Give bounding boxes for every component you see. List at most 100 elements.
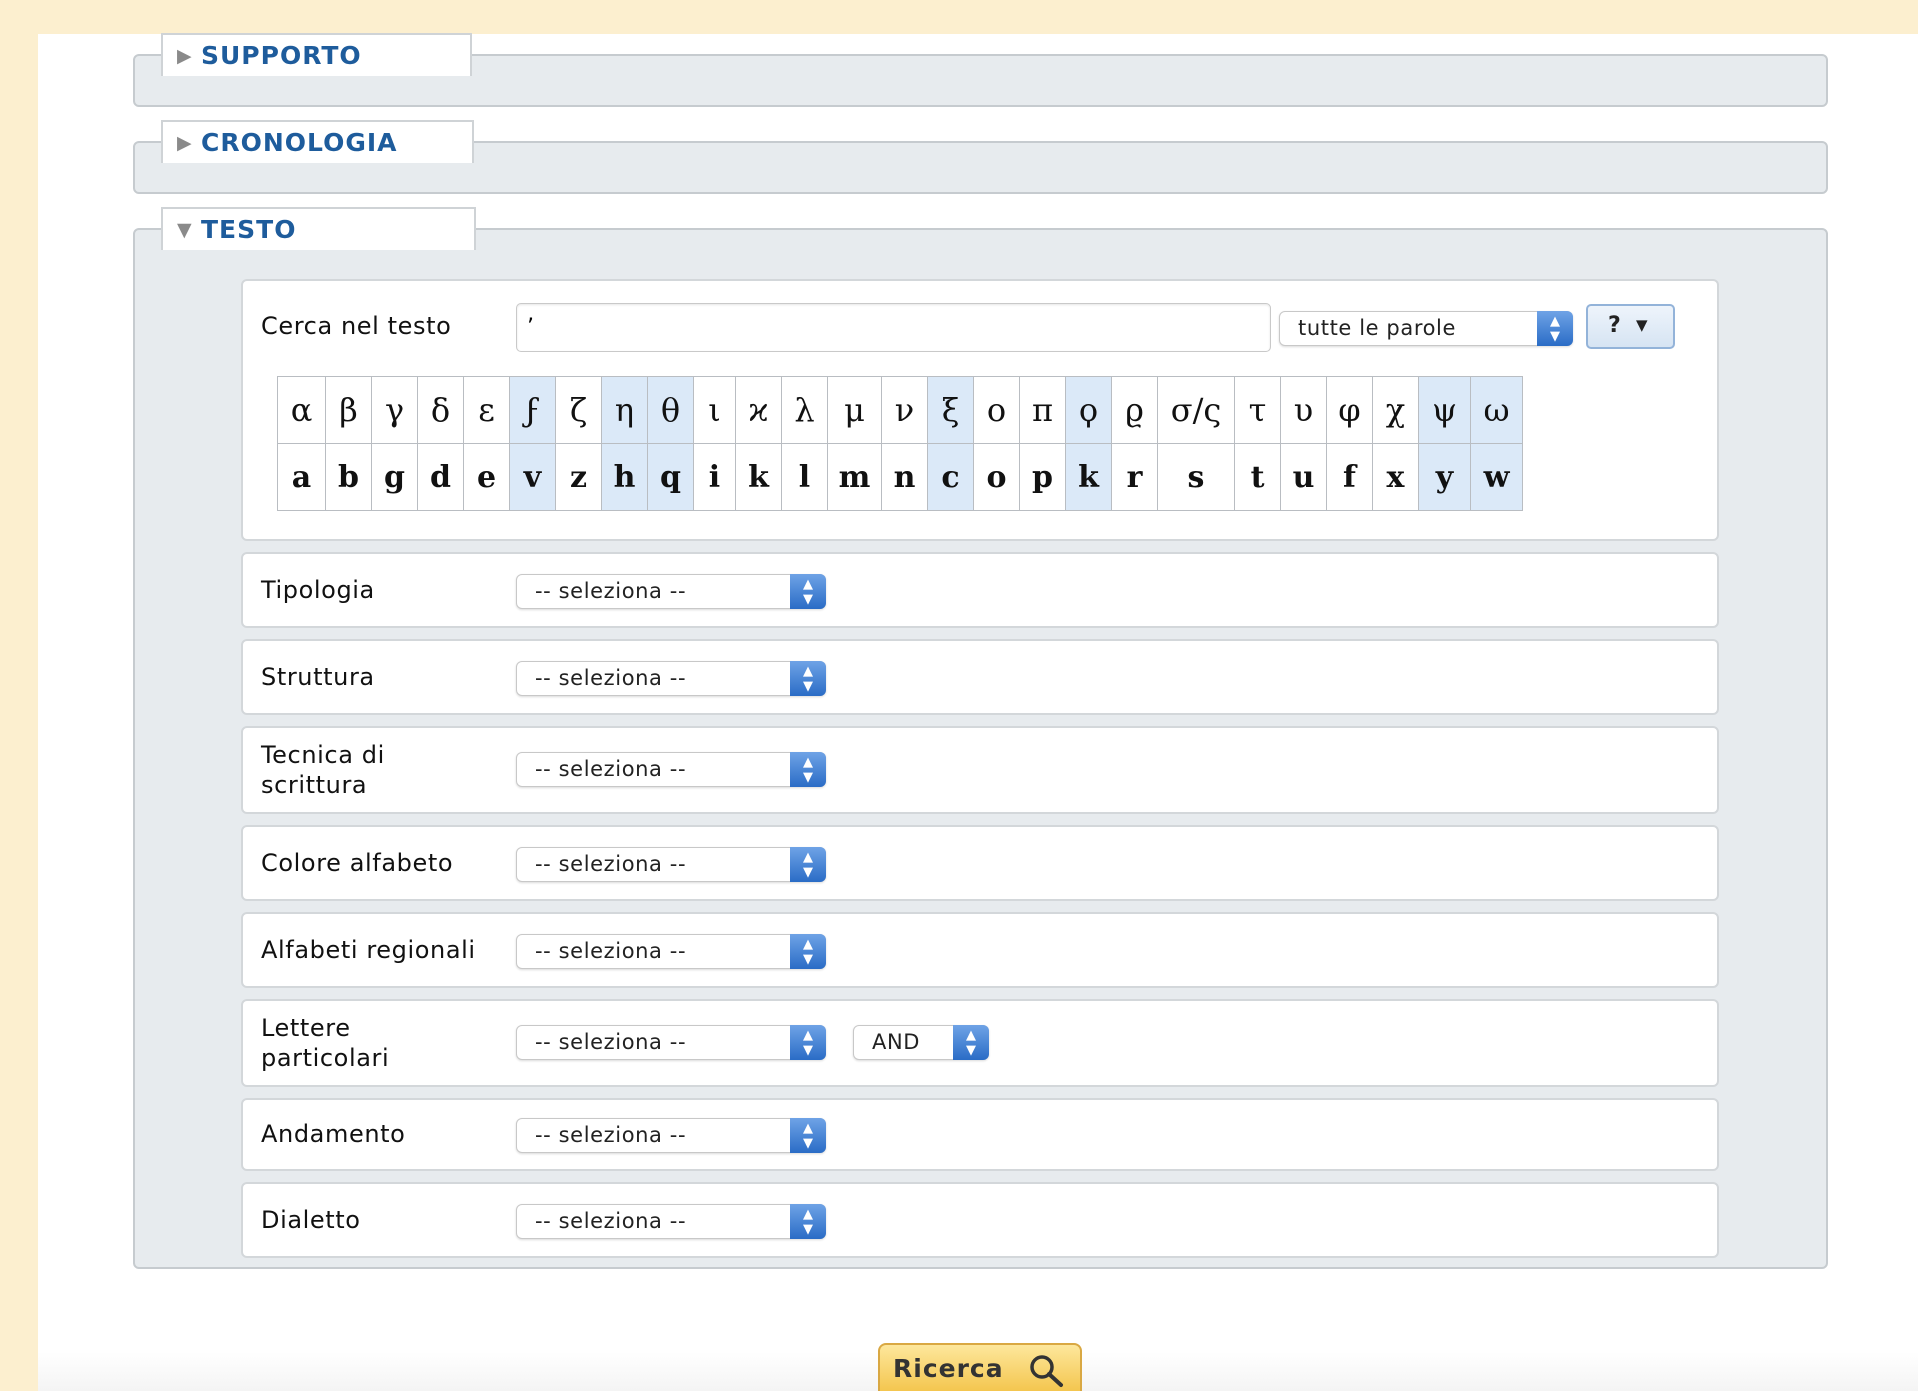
latin-key[interactable]: q: [647, 443, 694, 511]
struttura-label: Struttura: [261, 663, 375, 691]
tecnica-select[interactable]: -- seleziona -- ▲ ▼: [516, 752, 826, 787]
supporto-toggle[interactable]: ▶ SUPPORTO: [161, 33, 472, 76]
ricerca-label: Ricerca: [893, 1354, 1004, 1383]
dialetto-label: Dialetto: [261, 1206, 361, 1234]
latin-key[interactable]: b: [325, 443, 372, 511]
greek-key[interactable]: ϝ: [509, 376, 556, 444]
operator-select[interactable]: AND ▲ ▼: [853, 1025, 989, 1060]
greek-key[interactable]: α: [277, 376, 326, 444]
greek-key[interactable]: ϰ: [735, 376, 782, 444]
greek-key[interactable]: ξ: [927, 376, 974, 444]
greek-key[interactable]: ω: [1470, 376, 1523, 444]
latin-key[interactable]: l: [781, 443, 828, 511]
greek-key[interactable]: ο: [973, 376, 1020, 444]
greek-key[interactable]: σ/ς: [1157, 376, 1235, 444]
expand-arrow-icon: ▶: [177, 131, 192, 154]
ricerca-button[interactable]: Ricerca: [878, 1343, 1082, 1391]
alfabeti-select[interactable]: -- seleziona -- ▲ ▼: [516, 934, 826, 969]
search-text-row: Cerca nel testo tutte le parole ▲▼ ? ▼ α…: [241, 279, 1719, 541]
greek-key[interactable]: φ: [1326, 376, 1373, 444]
greek-key[interactable]: λ: [781, 376, 828, 444]
updown-chevron-icon: ▲ ▼: [790, 1204, 826, 1239]
greek-key[interactable]: ψ: [1418, 376, 1471, 444]
latin-key[interactable]: d: [417, 443, 464, 511]
search-mode-value: tutte le parole: [1298, 316, 1457, 340]
andamento-select[interactable]: -- seleziona -- ▲ ▼: [516, 1118, 826, 1153]
lettere-label: Lettere particolari: [261, 1014, 390, 1072]
latin-key[interactable]: f: [1326, 443, 1373, 511]
greek-key[interactable]: ϱ: [1111, 376, 1158, 444]
greek-key[interactable]: θ: [647, 376, 694, 444]
andamento-value: -- seleziona --: [535, 1123, 687, 1147]
search-text-input[interactable]: [516, 303, 1271, 352]
colore-select[interactable]: -- seleziona -- ▲ ▼: [516, 847, 826, 882]
alfabeti-label: Alfabeti regionali: [261, 936, 476, 964]
alfabeti-row: Alfabeti regionali -- seleziona -- ▲ ▼: [241, 912, 1719, 988]
updown-chevron-icon: ▲ ▼: [790, 1025, 826, 1060]
dialetto-value: -- seleziona --: [535, 1209, 687, 1233]
latin-key[interactable]: u: [1280, 443, 1327, 511]
dialetto-select[interactable]: -- seleziona -- ▲ ▼: [516, 1204, 826, 1239]
greek-key[interactable]: τ: [1234, 376, 1281, 444]
testo-toggle[interactable]: ▼ TESTO: [161, 207, 476, 250]
greek-key[interactable]: β: [325, 376, 372, 444]
updown-chevron-icon: ▲ ▼: [1537, 311, 1573, 346]
updown-chevron-icon: ▲ ▼: [953, 1025, 989, 1060]
search-mode-select[interactable]: tutte le parole ▲ ▼: [1279, 311, 1573, 346]
greek-key[interactable]: γ: [371, 376, 418, 444]
operator-value: AND: [872, 1030, 921, 1054]
greek-key[interactable]: ν: [881, 376, 928, 444]
latin-key[interactable]: a: [277, 443, 326, 511]
greek-key[interactable]: υ: [1280, 376, 1327, 444]
latin-key[interactable]: t: [1234, 443, 1281, 511]
updown-chevron-icon: ▲ ▼: [790, 1118, 826, 1153]
greek-key[interactable]: δ: [417, 376, 464, 444]
greek-key[interactable]: η: [601, 376, 648, 444]
latin-key[interactable]: k: [735, 443, 782, 511]
colore-row: Colore alfabeto -- seleziona -- ▲ ▼: [241, 825, 1719, 901]
latin-key[interactable]: y: [1418, 443, 1471, 511]
testo-label: TESTO: [201, 215, 297, 244]
lettere-value: -- seleziona --: [535, 1030, 687, 1054]
lettere-select[interactable]: -- seleziona -- ▲ ▼: [516, 1025, 826, 1060]
latin-key[interactable]: z: [555, 443, 602, 511]
latin-key[interactable]: p: [1019, 443, 1066, 511]
updown-chevron-icon: ▲ ▼: [790, 847, 826, 882]
latin-key[interactable]: x: [1372, 443, 1419, 511]
updown-chevron-icon: ▲ ▼: [790, 661, 826, 696]
struttura-row: Struttura -- seleziona -- ▲ ▼: [241, 639, 1719, 715]
latin-key[interactable]: e: [463, 443, 510, 511]
struttura-select[interactable]: -- seleziona -- ▲ ▼: [516, 661, 826, 696]
greek-key[interactable]: ζ: [555, 376, 602, 444]
greek-key[interactable]: ε: [463, 376, 510, 444]
latin-key[interactable]: s: [1157, 443, 1235, 511]
latin-key[interactable]: g: [371, 443, 418, 511]
latin-key[interactable]: i: [693, 443, 736, 511]
tipologia-row: Tipologia -- seleziona -- ▲ ▼: [241, 552, 1719, 628]
supporto-label: SUPPORTO: [201, 41, 362, 70]
tipologia-select[interactable]: -- seleziona -- ▲ ▼: [516, 574, 826, 609]
greek-key[interactable]: μ: [827, 376, 882, 444]
latin-key[interactable]: w: [1470, 443, 1523, 511]
dialetto-row: Dialetto -- seleziona -- ▲ ▼: [241, 1182, 1719, 1258]
latin-key[interactable]: o: [973, 443, 1020, 511]
updown-chevron-icon: ▲ ▼: [790, 574, 826, 609]
latin-key[interactable]: k: [1065, 443, 1112, 511]
latin-key[interactable]: n: [881, 443, 928, 511]
latin-key[interactable]: h: [601, 443, 648, 511]
greek-key[interactable]: χ: [1372, 376, 1419, 444]
latin-key[interactable]: v: [509, 443, 556, 511]
help-dropdown-button[interactable]: ? ▼: [1586, 304, 1675, 349]
latin-key[interactable]: r: [1111, 443, 1158, 511]
latin-key[interactable]: c: [927, 443, 974, 511]
greek-key[interactable]: π: [1019, 376, 1066, 444]
colore-value: -- seleziona --: [535, 852, 687, 876]
greek-key[interactable]: ϙ: [1065, 376, 1112, 444]
cronologia-toggle[interactable]: ▶ CRONOLOGIA: [161, 120, 474, 163]
andamento-label: Andamento: [261, 1120, 406, 1148]
greek-key[interactable]: ι: [693, 376, 736, 444]
updown-chevron-icon: ▲ ▼: [790, 934, 826, 969]
tecnica-value: -- seleziona --: [535, 757, 687, 781]
expand-arrow-icon: ▶: [177, 44, 192, 67]
latin-key[interactable]: m: [827, 443, 882, 511]
